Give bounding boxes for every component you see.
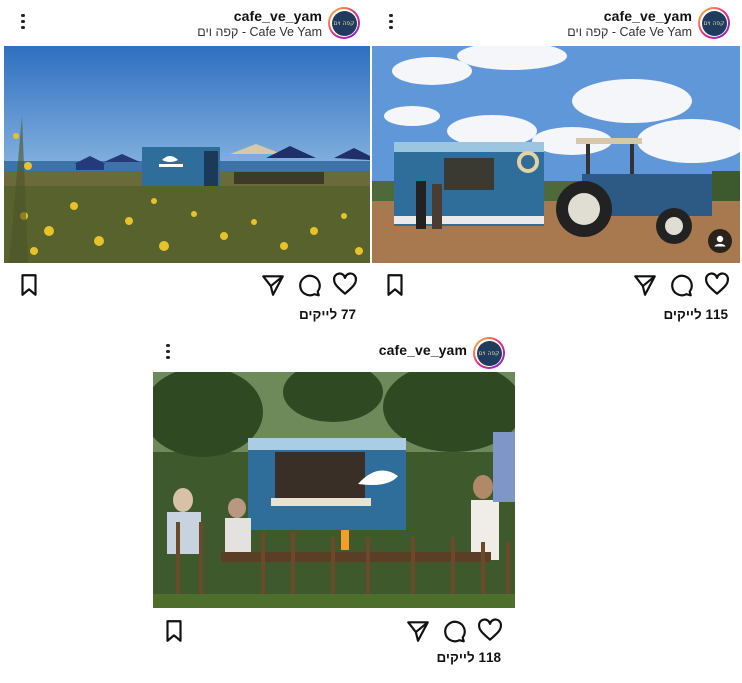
send-icon[interactable] [632,272,658,298]
username[interactable]: cafe_ve_yam [567,8,692,24]
send-icon[interactable] [260,272,286,298]
comment-icon[interactable] [441,618,467,644]
send-icon[interactable] [405,618,431,644]
likes-count[interactable]: 115 לייקים [663,307,728,322]
bookmark-icon[interactable] [382,272,408,298]
avatar-logo: קפה וים [701,10,727,36]
location-label[interactable]: קפה וים - Cafe Ve Yam [567,24,692,41]
avatar[interactable]: קפה וים [698,7,730,39]
post-image[interactable] [372,46,740,263]
likes-count[interactable]: 118 לייקים [436,650,501,665]
post-actions [4,272,370,300]
bookmark-icon[interactable] [161,618,187,644]
location-label[interactable]: קפה וים - Cafe Ve Yam [197,24,322,41]
post-2: cafe_ve_yam קפה וים - Cafe Ve Yam קפה וי… [372,0,740,330]
avatar-logo: קפה וים [331,10,357,36]
avatar[interactable]: קפה וים [328,7,360,39]
bookmark-icon[interactable] [16,272,42,298]
post-image[interactable] [4,46,370,263]
post-actions [153,618,515,646]
post-header: cafe_ve_yam קפה וים - Cafe Ve Yam קפה וי… [372,0,740,46]
post-1: cafe_ve_yam קפה וים - Cafe Ve Yam קפה וי… [4,0,370,330]
post-author: cafe_ve_yam [379,342,467,358]
likes-count[interactable]: 77 לייקים [299,307,356,322]
more-options-icon[interactable] [18,12,28,34]
post-image[interactable] [153,372,515,608]
post-header: cafe_ve_yam קפה וים - Cafe Ve Yam קפה וי… [4,0,370,46]
post-3: cafe_ve_yam קפה וים 118 לייקים [153,330,515,675]
heart-icon[interactable] [332,272,358,298]
heart-icon[interactable] [477,618,503,644]
more-options-icon[interactable] [163,342,173,364]
heart-icon[interactable] [704,272,730,298]
avatar[interactable]: קפה וים [473,337,505,369]
post-header: cafe_ve_yam קפה וים [153,330,515,376]
avatar-logo: קפה וים [476,340,502,366]
post-actions [372,272,740,300]
more-options-icon[interactable] [386,12,396,34]
post-author: cafe_ve_yam קפה וים - Cafe Ve Yam [567,8,692,41]
username[interactable]: cafe_ve_yam [197,8,322,24]
username[interactable]: cafe_ve_yam [379,342,467,358]
comment-icon[interactable] [296,272,322,298]
tagged-user-icon[interactable] [708,229,732,253]
post-author: cafe_ve_yam קפה וים - Cafe Ve Yam [197,8,322,41]
comment-icon[interactable] [668,272,694,298]
